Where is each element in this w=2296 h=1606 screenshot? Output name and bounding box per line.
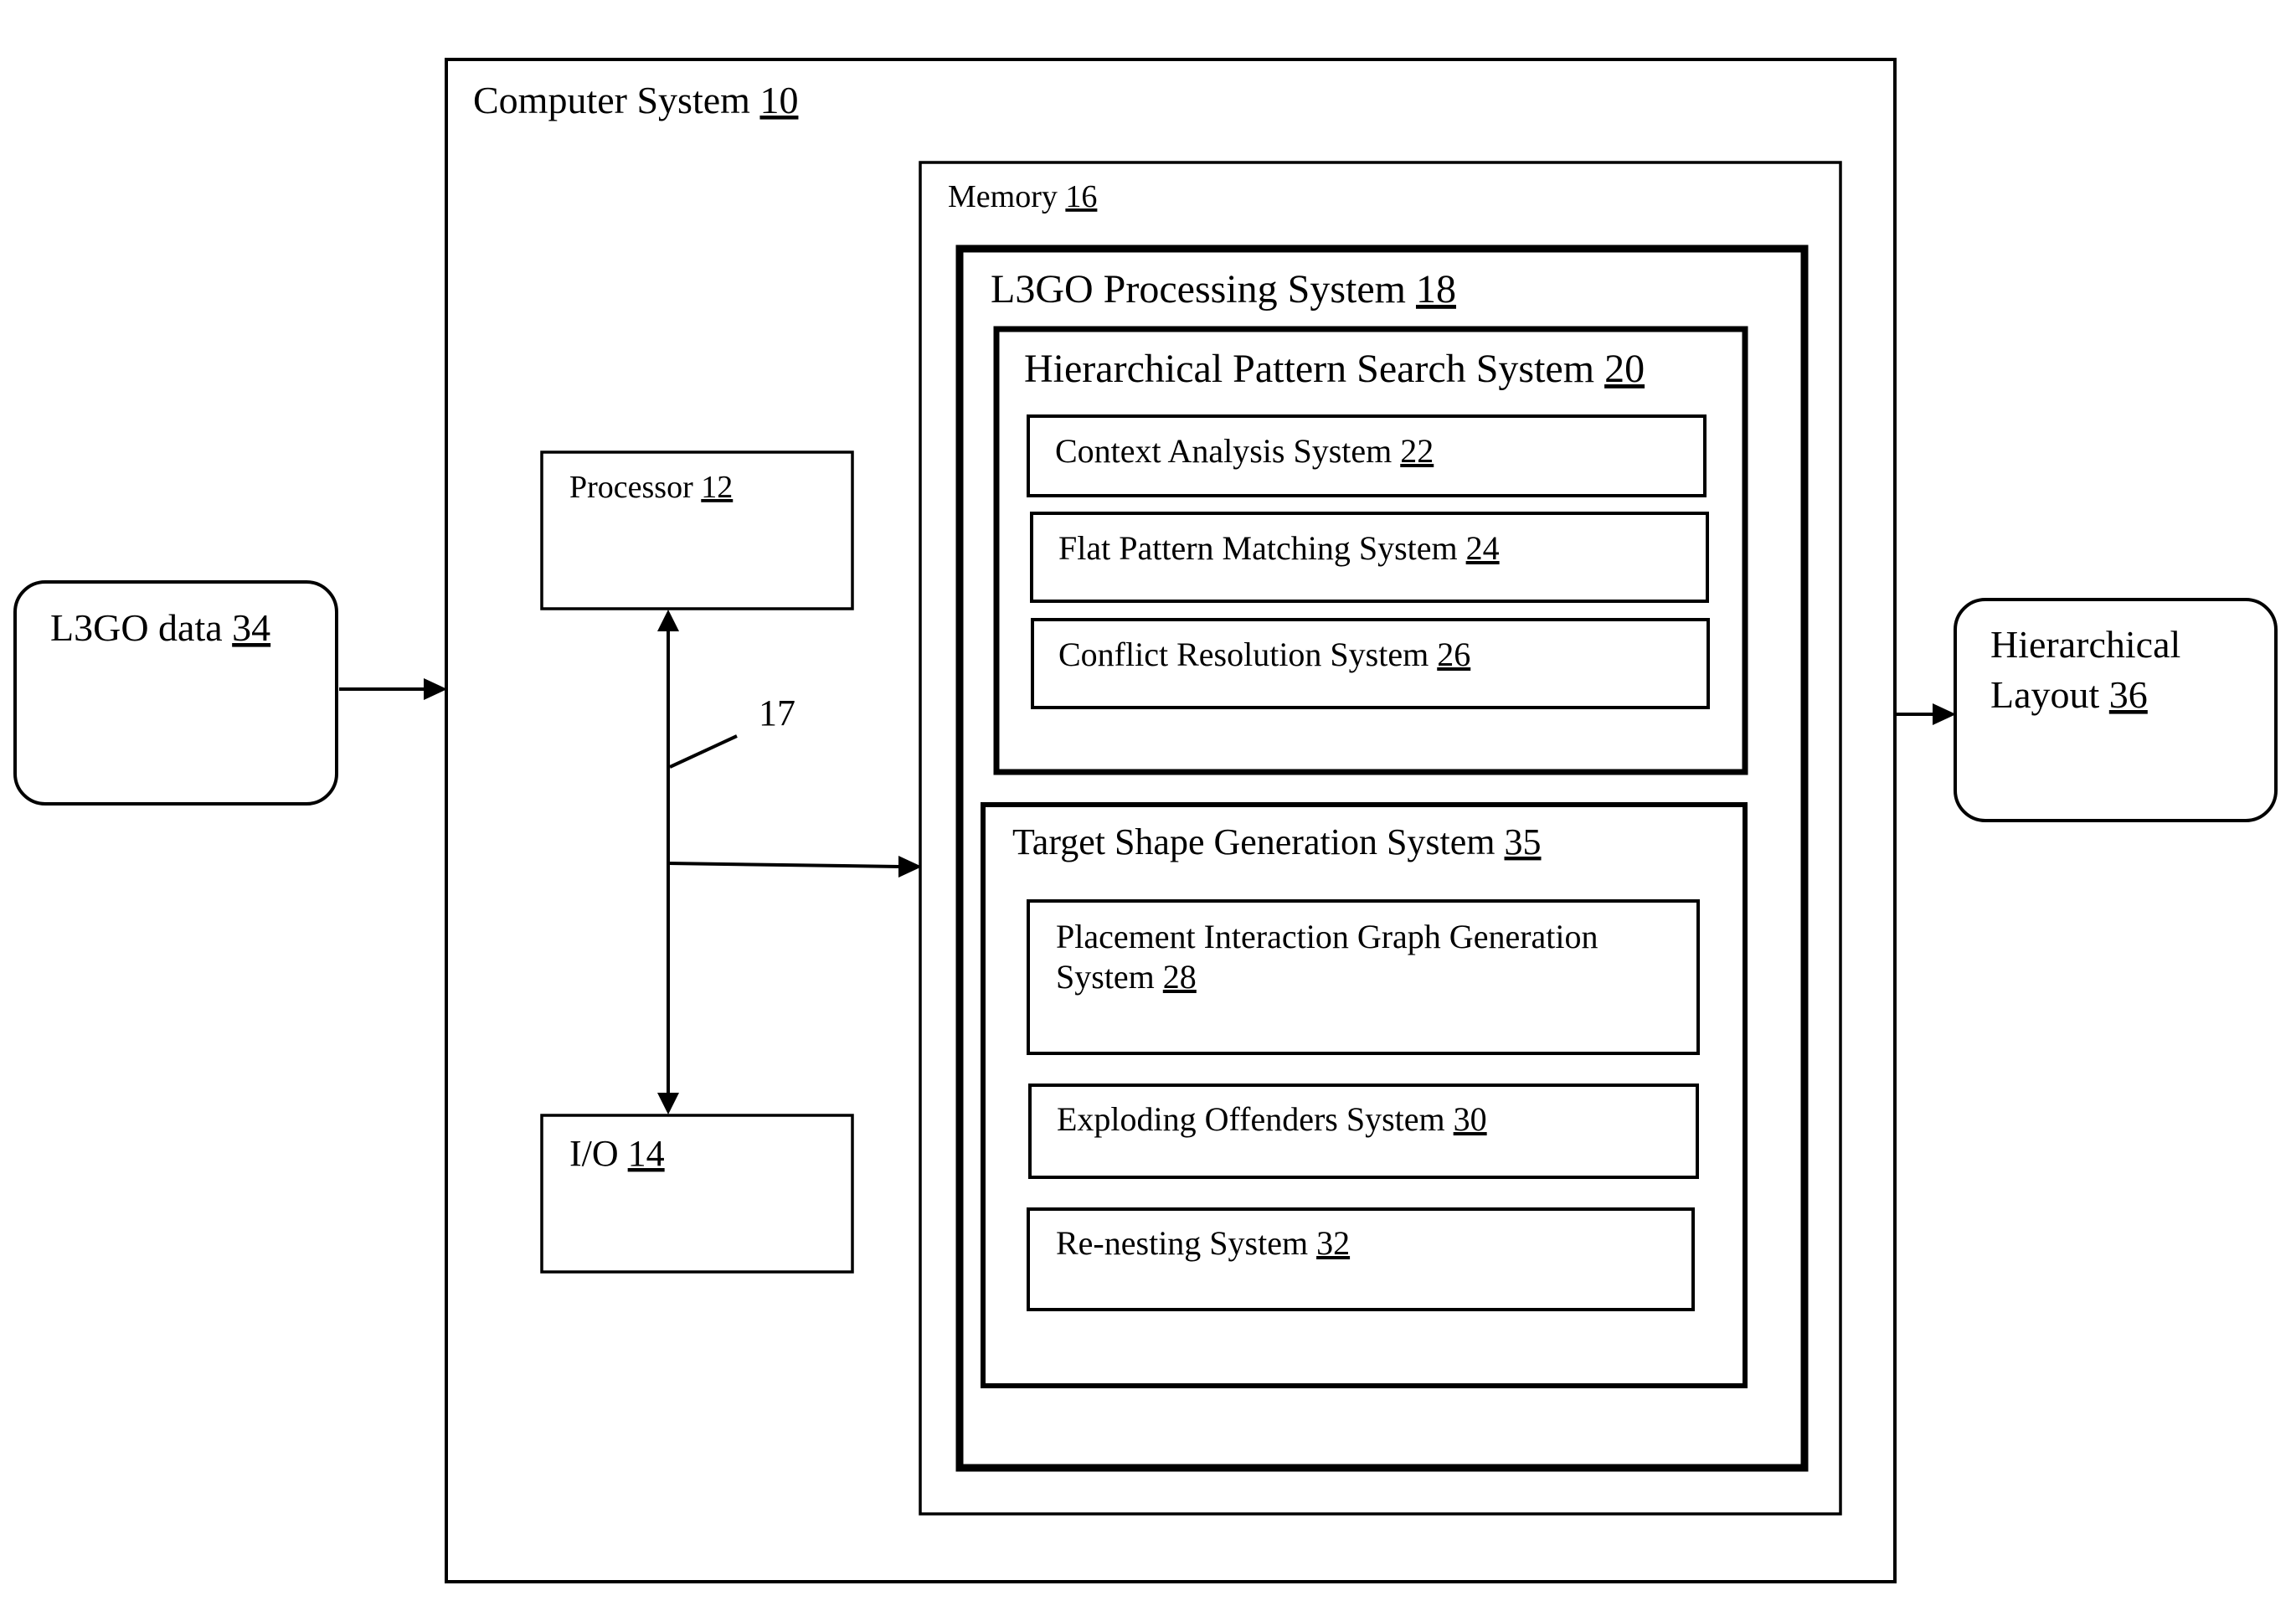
output-arrowhead — [1933, 703, 1956, 725]
system-block-diagram: Computer System 10 Processor 12 I/O 14 1… — [13, 58, 2278, 1583]
placement-interaction-graph-label-line2: System 28 — [1056, 958, 1197, 996]
l3go-processing-label: L3GO Processing System 18 — [991, 267, 1456, 311]
hier-pattern-search-label: Hierarchical Pattern Search System 20 — [1024, 347, 1645, 391]
target-shape-generation-label: Target Shape Generation System 35 — [1012, 821, 1542, 862]
conflict-resolution-label: Conflict Resolution System 26 — [1058, 636, 1470, 673]
input-arrowhead — [424, 678, 447, 700]
hierarchical-layout-label-line1: Hierarchical — [1990, 623, 2180, 666]
l3go-data-label: L3GO data 34 — [50, 606, 270, 649]
flat-pattern-matching-label: Flat Pattern Matching System 24 — [1058, 529, 1500, 567]
placement-interaction-graph-label-line1: Placement Interaction Graph Generation — [1056, 918, 1598, 955]
exploding-offenders-label: Exploding Offenders System 30 — [1057, 1100, 1487, 1138]
io-label: I/O 14 — [569, 1133, 665, 1174]
bus-label: 17 — [759, 692, 795, 734]
hierarchical-layout-label-line2: Layout 36 — [1990, 673, 2148, 716]
memory-label: Memory 16 — [948, 179, 1097, 214]
processor-label: Processor 12 — [569, 470, 733, 505]
re-nesting-label: Re-nesting System 32 — [1056, 1224, 1350, 1262]
computer-system-label: Computer System 10 — [473, 79, 798, 121]
context-analysis-label: Context Analysis System 22 — [1055, 432, 1434, 470]
